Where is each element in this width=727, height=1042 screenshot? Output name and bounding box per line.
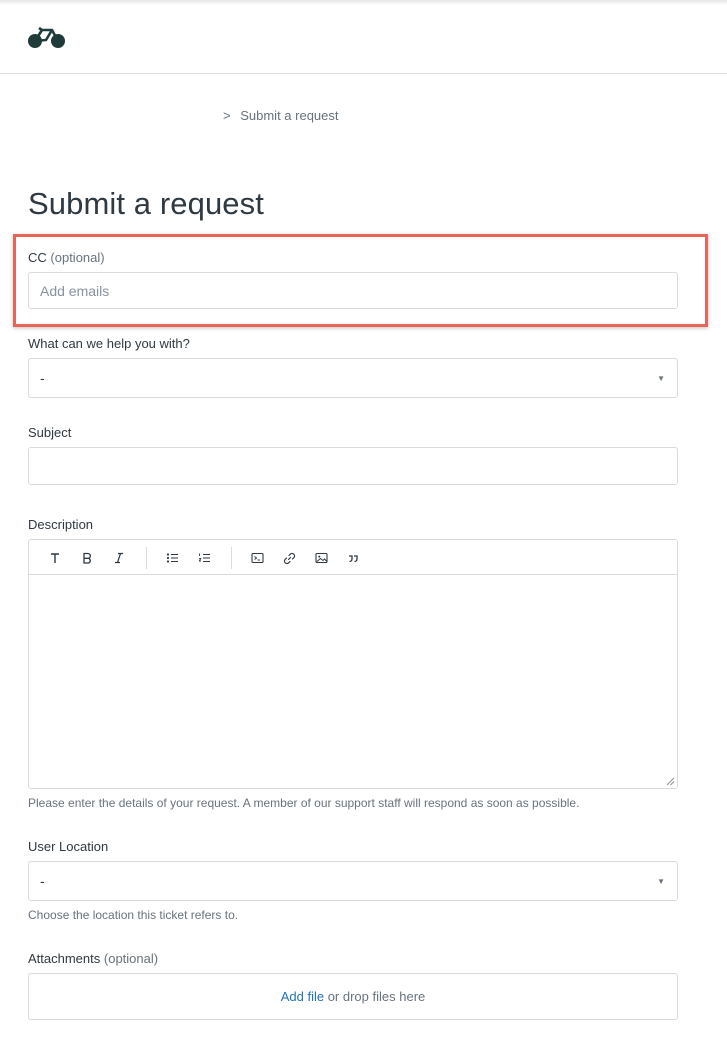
drop-files-text: or drop files here: [324, 989, 426, 1004]
user-location-hint: Choose the location this ticket refers t…: [28, 908, 239, 922]
bicycle-logo[interactable]: [27, 26, 67, 50]
resize-handle-icon[interactable]: [666, 777, 675, 786]
cc-optional: (optional): [50, 250, 105, 265]
link-icon[interactable]: [280, 549, 298, 567]
page-title: Submit a request: [28, 186, 264, 221]
subject-label: Subject: [28, 425, 72, 440]
toolbar-divider: [146, 547, 147, 569]
cc-email-input[interactable]: Add emails: [28, 272, 678, 309]
breadcrumb-current[interactable]: Submit a request: [240, 108, 338, 123]
subject-input[interactable]: [28, 447, 678, 485]
breadcrumb: > Submit a request: [223, 108, 339, 123]
help-with-select[interactable]: - ▼: [28, 358, 678, 398]
description-label: Description: [28, 517, 94, 532]
add-file-link[interactable]: Add file: [281, 989, 324, 1004]
help-with-value: -: [40, 370, 45, 386]
text-format-icon[interactable]: [46, 549, 64, 567]
help-with-label: What can we help you with?: [28, 336, 190, 351]
cc-placeholder: Add emails: [40, 283, 110, 299]
italic-icon[interactable]: [110, 549, 128, 567]
attachments-optional: (optional): [103, 951, 159, 966]
image-icon[interactable]: [312, 549, 330, 567]
site-header: [0, 0, 727, 74]
description-hint: Please enter the details of your request…: [28, 796, 580, 810]
user-location-select[interactable]: - ▼: [28, 861, 678, 901]
cc-label: CC (optional): [28, 250, 105, 265]
bulleted-list-icon[interactable]: [163, 549, 181, 567]
cc-label-text: CC: [28, 250, 47, 265]
breadcrumb-separator: >: [223, 108, 231, 123]
bold-icon[interactable]: [78, 549, 96, 567]
description-editor[interactable]: [28, 539, 678, 789]
code-block-icon[interactable]: [248, 549, 266, 567]
chevron-down-icon: ▼: [657, 877, 665, 886]
chevron-down-icon: ▼: [657, 374, 665, 383]
attachments-label-text: Attachments: [28, 951, 101, 966]
attachments-dropzone[interactable]: Add file or drop files here: [28, 973, 678, 1020]
editor-toolbar: [29, 540, 677, 575]
numbered-list-icon[interactable]: [195, 549, 213, 567]
user-location-label: User Location: [28, 839, 109, 854]
attachments-label: Attachments (optional): [28, 951, 158, 966]
quote-icon[interactable]: [344, 549, 362, 567]
toolbar-divider: [231, 547, 232, 569]
user-location-value: -: [40, 873, 45, 889]
